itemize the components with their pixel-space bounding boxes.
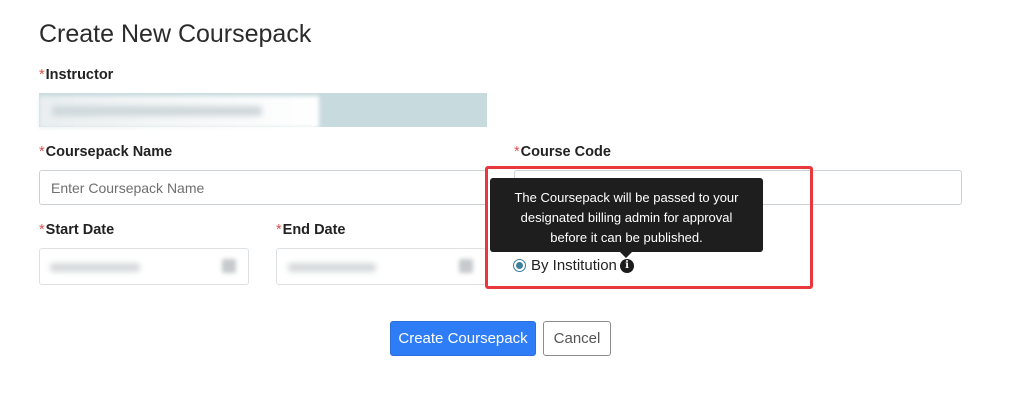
required-mark: * [39, 222, 45, 238]
coursepack-name-label: *Coursepack Name [39, 144, 172, 160]
tooltip-arrow [620, 252, 632, 258]
end-date-label-text: End Date [282, 222, 346, 238]
required-mark: * [276, 222, 282, 238]
instructor-label-text: Instructor [45, 67, 114, 83]
tooltip-text: The Coursepack will be passed to your de… [514, 190, 739, 245]
coursepack-name-input[interactable] [39, 170, 488, 205]
instructor-label: *Instructor [39, 67, 113, 83]
start-date-label-text: Start Date [45, 222, 115, 238]
required-mark: * [514, 144, 520, 160]
start-date-label: *Start Date [39, 222, 114, 238]
instructor-value-blur [52, 106, 262, 116]
end-date-label: *End Date [276, 222, 346, 238]
tooltip: The Coursepack will be passed to your de… [490, 178, 763, 252]
calendar-icon[interactable] [459, 259, 473, 273]
coursepack-name-label-text: Coursepack Name [45, 144, 173, 160]
cancel-button[interactable]: Cancel [543, 321, 611, 356]
calendar-icon[interactable] [222, 259, 236, 273]
create-coursepack-button[interactable]: Create Coursepack [390, 321, 536, 356]
course-code-label-text: Course Code [520, 144, 611, 160]
end-date-value-blur [288, 263, 376, 272]
required-mark: * [39, 144, 45, 160]
page-title: Create New Coursepack [39, 20, 312, 48]
start-date-value-blur [50, 263, 140, 272]
required-mark: * [39, 67, 45, 83]
course-code-label: *Course Code [514, 144, 611, 160]
